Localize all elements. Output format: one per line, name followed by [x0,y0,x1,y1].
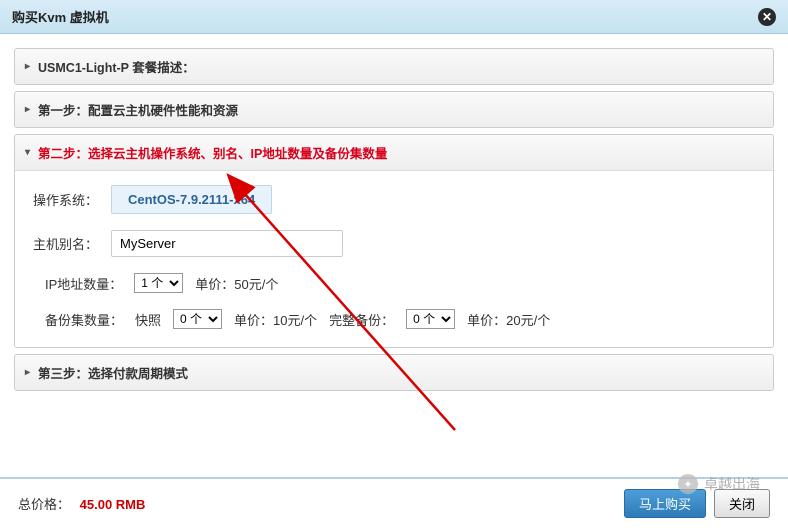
accordion-label: 第二步：选择云主机操作系统、别名、IP地址数量及备份集数量 [38,143,387,162]
close-button[interactable]: 关闭 [714,489,770,518]
caret-right-icon: ▸ [25,61,30,72]
accordion-step3[interactable]: ▸ 第三步：选择付款周期模式 [15,355,773,390]
alias-label: 主机别名： [33,234,111,253]
alias-input[interactable] [111,230,343,257]
accordion-package-desc[interactable]: ▸ USMC1-Light-P 套餐描述： [15,49,773,84]
snapshot-select[interactable]: 0 个 [173,309,222,329]
total-price-value: 45.00 RMB [80,497,146,512]
caret-right-icon: ▸ [25,367,30,378]
modal-title: 购买Kvm 虚拟机 [12,7,109,26]
ip-unit-price: 单价：50元/个 [195,274,278,293]
accordion-step1[interactable]: ▸ 第一步：配置云主机硬件性能和资源 [15,92,773,127]
full-backup-unit-price: 单价：20元/个 [467,310,550,329]
full-backup-select[interactable]: 0 个 [406,309,455,329]
accordion-label: 第三步：选择付款周期模式 [38,363,188,382]
caret-down-icon: ▾ [25,147,30,158]
full-backup-label: 完整备份： [329,310,394,329]
accordion-step2[interactable]: ▾ 第二步：选择云主机操作系统、别名、IP地址数量及备份集数量 [15,135,773,170]
snapshot-unit-price: 单价：10元/个 [234,310,317,329]
ip-count-select[interactable]: 1 个 [134,273,183,293]
total-price-label: 总价格： [18,497,70,512]
os-label: 操作系统： [33,190,111,209]
ip-count-label: IP地址数量： [45,274,122,293]
backup-count-label: 备份集数量： [45,310,123,329]
accordion-label: 第一步：配置云主机硬件性能和资源 [38,100,238,119]
snapshot-label: 快照 [135,310,161,329]
accordion-label: USMC1-Light-P 套餐描述： [38,57,195,76]
buy-now-button[interactable]: 马上购买 [624,489,706,518]
caret-right-icon: ▸ [25,104,30,115]
os-selected-pill[interactable]: CentOS-7.9.2111-x64 [111,185,272,214]
close-icon[interactable]: ✕ [758,8,776,26]
